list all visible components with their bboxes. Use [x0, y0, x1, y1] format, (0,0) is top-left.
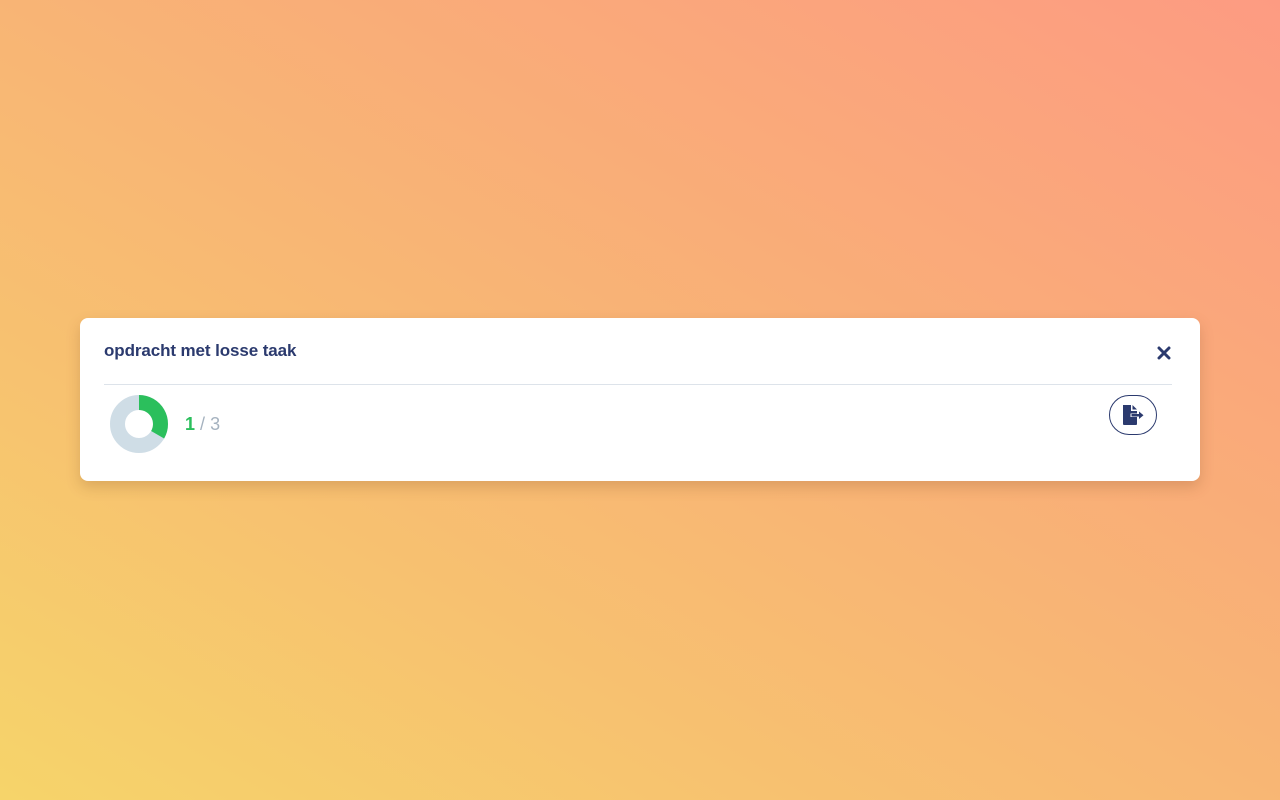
submit-button[interactable]	[1109, 395, 1157, 435]
card-title: opdracht met losse taak	[104, 341, 297, 360]
assignment-card: opdracht met losse taak 1 / 3	[80, 318, 1200, 481]
divider	[104, 384, 1172, 385]
close-icon	[1157, 346, 1171, 360]
progress-separator: /	[200, 414, 206, 434]
file-export-icon	[1123, 405, 1144, 425]
close-button[interactable]	[1152, 342, 1176, 364]
progress-completed: 1	[185, 414, 196, 434]
progress-total: 3	[210, 414, 221, 434]
progress-donut-fill	[138, 395, 168, 439]
progress-donut	[110, 395, 168, 453]
progress-counter: 1 / 3	[185, 414, 220, 434]
